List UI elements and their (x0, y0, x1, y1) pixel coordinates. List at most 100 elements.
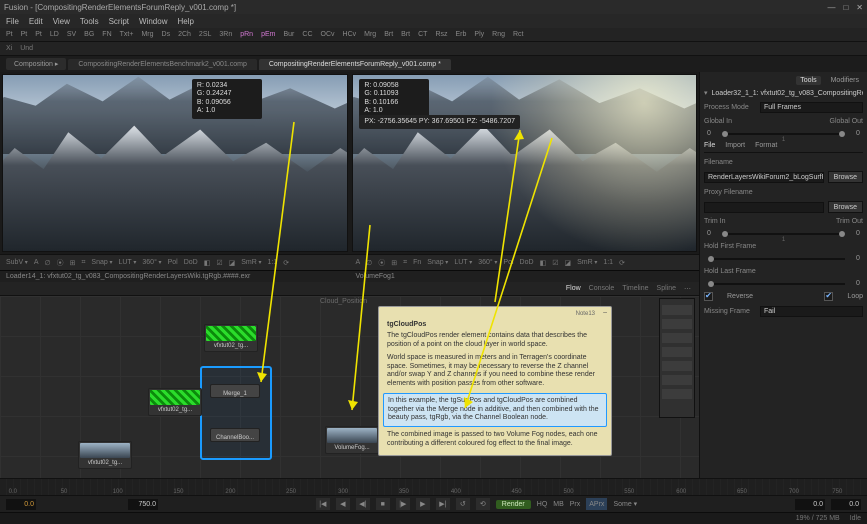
global-in-value[interactable]: 0 (704, 130, 714, 137)
tool-ocv[interactable]: OCv (321, 31, 335, 38)
vb-dod[interactable]: DoD (520, 259, 534, 266)
hold-first-value[interactable]: 0 (853, 255, 863, 262)
browse-button[interactable]: Browse (828, 171, 863, 183)
va-dod[interactable]: DoD (184, 259, 198, 266)
file-subtab-file[interactable]: File (704, 142, 715, 149)
tool-pt3[interactable]: Pt (35, 31, 42, 38)
tool-bur[interactable]: Bur (283, 31, 294, 38)
va-1to1[interactable]: 1:1 (267, 259, 277, 266)
tool-bg[interactable]: BG (84, 31, 94, 38)
node-loader-cloudpos[interactable]: vfxtut02_tg... (204, 324, 258, 352)
vb-snap[interactable]: Snap (427, 259, 448, 266)
node-loader-surfpos[interactable]: vfxtut02_tg... (148, 388, 202, 416)
tool-ply[interactable]: Ply (474, 31, 484, 38)
tool-fn[interactable]: FN (102, 31, 111, 38)
va-inspect-icon[interactable]: ⦿ (57, 258, 64, 268)
go-end-button[interactable]: ▶| (436, 498, 450, 510)
va-grid-icon[interactable]: ⊞ (70, 259, 76, 267)
vb-smr[interactable]: SmR (577, 259, 597, 266)
play-back-button[interactable]: ◀| (356, 498, 370, 510)
step-fwd-button[interactable]: ▶ (416, 498, 430, 510)
vb-1to1[interactable]: 1:1 (603, 259, 613, 266)
tool-rct[interactable]: Rct (513, 31, 524, 38)
proxy-browse-button[interactable]: Browse (828, 201, 863, 213)
loop-button[interactable]: ↺ (456, 498, 470, 510)
badge-hq[interactable]: HQ (537, 498, 548, 510)
file-subtab-import[interactable]: Import (725, 142, 745, 149)
menu-view[interactable]: View (53, 17, 70, 26)
vb-ch1-icon[interactable]: ◧ (540, 259, 547, 267)
va-refresh-icon[interactable]: ⟳ (283, 259, 289, 267)
go-start-button[interactable]: |◀ (316, 498, 330, 510)
trim-out-value[interactable]: 0 (853, 230, 863, 237)
tool-pt[interactable]: Pt (6, 31, 13, 38)
range-start-in[interactable]: 0.0 (6, 499, 36, 510)
vb-a[interactable]: A (356, 259, 361, 266)
tool-txt[interactable]: Txt+ (120, 31, 134, 38)
badge-some[interactable]: Some ▾ (613, 498, 637, 510)
viewer-a[interactable]: R: 0.0234 G: 0.24247 B: 0.09056 A: 1.0 (2, 74, 348, 252)
tool-brt2[interactable]: Brt (401, 31, 410, 38)
tool-brt[interactable]: Brt (384, 31, 393, 38)
note-close-icon[interactable]: – (603, 309, 607, 318)
tool-rng[interactable]: Rng (492, 31, 505, 38)
va-a[interactable]: A (34, 259, 39, 266)
va-guide-icon[interactable]: ⌗ (81, 259, 85, 267)
vb-pol[interactable]: Pol (503, 259, 513, 266)
tool-pem[interactable]: pEm (261, 31, 275, 38)
global-range-slider[interactable]: 1 (722, 133, 845, 135)
flow-tab-overflow[interactable]: ⋯ (684, 285, 691, 293)
stop-button[interactable]: ■ (376, 498, 390, 510)
tool-3rn[interactable]: 3Rn (219, 31, 232, 38)
current-frame-r[interactable]: 0.0 (831, 499, 861, 510)
file-subtab-format[interactable]: Format (755, 142, 777, 149)
flow-canvas[interactable]: Cloud_Position vfxtut02_tg... vfxtut02_t… (0, 296, 699, 478)
tool-pt2[interactable]: Pt (21, 31, 28, 38)
minimize-button[interactable]: — (827, 3, 835, 12)
hold-first-slider[interactable] (708, 258, 845, 260)
va-snap[interactable]: Snap (91, 259, 112, 266)
vb-fn[interactable]: Fn (413, 259, 421, 266)
tool-ld[interactable]: LD (50, 31, 59, 38)
tool-sv[interactable]: SV (67, 31, 76, 38)
vb-guide-icon[interactable]: ⌗ (403, 259, 407, 267)
vb-lut[interactable]: LUT (454, 259, 472, 266)
menu-script[interactable]: Script (109, 17, 129, 26)
menu-tools[interactable]: Tools (80, 17, 99, 26)
va-zoom-icon[interactable]: ∅ (44, 259, 50, 267)
maximize-button[interactable]: □ (843, 3, 848, 12)
tool-ct[interactable]: CT (418, 31, 427, 38)
flow-navigator[interactable] (659, 298, 695, 418)
va-smr[interactable]: SmR (241, 259, 261, 266)
node-merge[interactable]: Merge_1 (210, 384, 260, 398)
tool-rsz[interactable]: Rsz (435, 31, 447, 38)
badge-aprx[interactable]: APrx (586, 498, 607, 510)
play-fwd-button[interactable]: |▶ (396, 498, 410, 510)
vb-ch3-icon[interactable]: ◪ (564, 259, 571, 267)
vb-ch2-icon[interactable]: ☑ (552, 259, 558, 267)
global-out-value[interactable]: 0 (853, 130, 863, 137)
pingpong-button[interactable]: ⟲ (476, 498, 490, 510)
tool-mrg[interactable]: Mrg (141, 31, 153, 38)
va-lut[interactable]: LUT (118, 259, 136, 266)
trim-in-value[interactable]: 0 (704, 230, 714, 237)
va-ch2-icon[interactable]: ☑ (216, 259, 222, 267)
flow-sticky-note[interactable]: – Note13 tgCloudPos The tgCloudPos rende… (378, 306, 612, 456)
proxy-filename-field[interactable] (704, 202, 824, 213)
tool-2ch[interactable]: 2Ch (178, 31, 191, 38)
tool-2sl[interactable]: 2SL (199, 31, 211, 38)
flow-tab-console[interactable]: Console (589, 285, 615, 292)
timeline-ruler[interactable]: 0.0 50 100 150 200 250 300 350 400 450 5… (0, 479, 867, 496)
vb-360[interactable]: 360° (478, 259, 497, 266)
render-button[interactable]: Render (496, 500, 531, 509)
flow-tab-flow[interactable]: Flow (566, 285, 581, 292)
comp-tab-benchmark[interactable]: CompositingRenderElementsBenchmark2_v001… (68, 59, 256, 70)
va-360[interactable]: 360° (142, 259, 161, 266)
tool-prn[interactable]: pRn (240, 31, 253, 38)
comp-tab-forumreply[interactable]: CompositingRenderElementsForumReply_v001… (259, 59, 451, 70)
tool-mrg2[interactable]: Mrg (364, 31, 376, 38)
hold-last-slider[interactable] (708, 283, 845, 285)
tool-cc[interactable]: CC (302, 31, 312, 38)
process-mode-dropdown[interactable]: Full Frames (760, 102, 863, 113)
badge-mb[interactable]: MB (553, 498, 564, 510)
